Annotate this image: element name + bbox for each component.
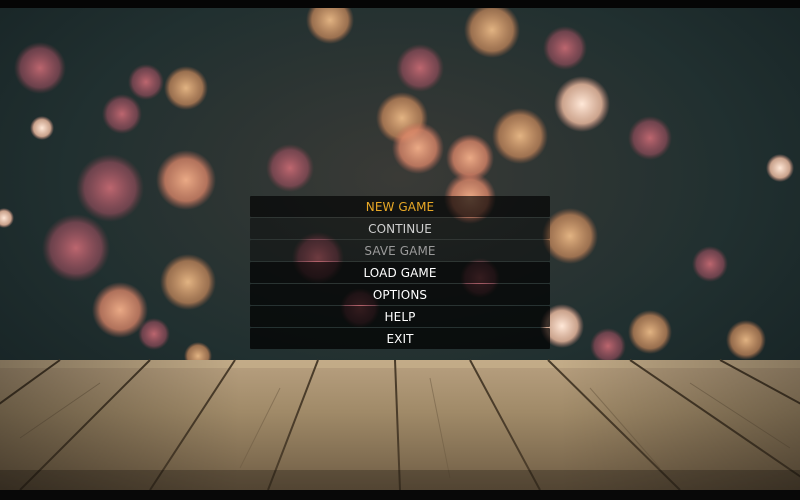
exit-button[interactable]: EXIT (250, 328, 550, 349)
top-letterbox-bar (0, 0, 800, 8)
save-game-button[interactable]: SAVE GAME (250, 240, 550, 261)
load-game-button[interactable]: LOAD GAME (250, 262, 550, 283)
main-menu: NEW GAME CONTINUE SAVE GAME LOAD GAME OP… (250, 196, 550, 350)
wooden-table (0, 359, 800, 490)
help-button[interactable]: HELP (250, 306, 550, 327)
game-screen: NEW GAME CONTINUE SAVE GAME LOAD GAME OP… (0, 0, 800, 500)
bottom-letterbox-bar (0, 490, 800, 500)
continue-button[interactable]: CONTINUE (250, 218, 550, 239)
options-button[interactable]: OPTIONS (250, 284, 550, 305)
new-game-button[interactable]: NEW GAME (250, 196, 550, 217)
